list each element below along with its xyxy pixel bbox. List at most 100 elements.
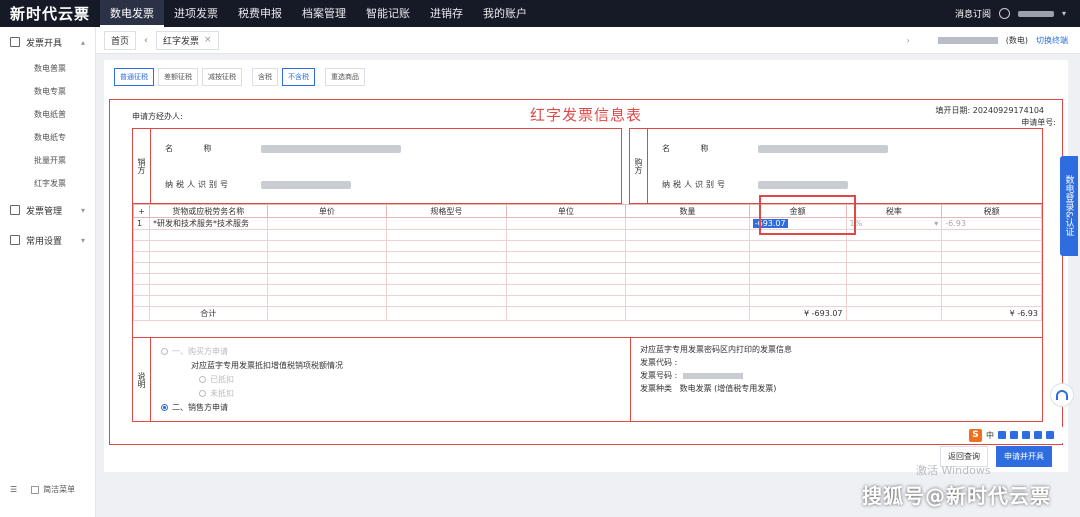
menu-collapse-icon[interactable]: ☰ xyxy=(10,485,17,494)
sidebar-item-digital-normal[interactable]: 数电普票 xyxy=(0,57,95,80)
row-index: 1 xyxy=(133,217,150,230)
table-row: 1 *研发和技术服务*技术服务 -693.07 1% ▾ -6.93 xyxy=(133,217,1042,230)
message-subscribe-link[interactable]: 消息订阅 xyxy=(955,7,991,20)
col-header-unit: 单位 xyxy=(505,204,627,218)
blue-info-title: 对应蓝字专用发票密码区内打印的发票信息 xyxy=(640,345,792,354)
add-row-icon[interactable]: + xyxy=(133,204,150,218)
nav-bookkeeping[interactable]: 智能记账 xyxy=(356,0,420,27)
buyer-taxid-redacted xyxy=(758,180,848,189)
col-header-rate: 税率 xyxy=(845,204,943,218)
table-row xyxy=(133,273,1042,285)
sidebar-item-paper-normal[interactable]: 数电纸普 xyxy=(0,103,95,126)
table-row xyxy=(133,229,1042,241)
tab-home[interactable]: 首页 xyxy=(104,30,137,50)
col-header-qty: 数量 xyxy=(625,204,750,218)
radio-buyer-apply[interactable]: 一、购买方申请 xyxy=(161,344,343,358)
rate-select[interactable]: 1% ▾ xyxy=(845,217,943,230)
nav-tax-declare[interactable]: 税费申报 xyxy=(228,0,292,27)
seller-name-redacted xyxy=(261,144,401,153)
total-tax: ¥ -6.93 xyxy=(941,306,1042,321)
chevron-up-icon: ▴ xyxy=(80,37,85,47)
nav-account[interactable]: 我的账户 xyxy=(473,0,537,27)
sohu-watermark: 搜狐号@新时代云票 xyxy=(862,484,1051,508)
invoice-code-row: 发票代码 : xyxy=(640,356,792,369)
form-title: 红字发票信息表 xyxy=(530,106,643,124)
company-type: (数电) xyxy=(1005,36,1028,45)
sidebar-group-issue[interactable]: 发票开具 ▴ xyxy=(0,27,95,57)
amount-highlight-box xyxy=(759,195,856,235)
invoice-type-row: 发票种类 数电发票 (增值税专用发票) xyxy=(640,382,792,395)
radio-seller-apply[interactable]: 二、销售方申请 xyxy=(161,400,343,414)
radio-label: 二、销售方申请 xyxy=(172,402,228,412)
sidebar-item-paper-special[interactable]: 数电纸专 xyxy=(0,126,95,149)
skin-icon[interactable] xyxy=(1034,431,1042,439)
switch-terminal-link[interactable]: 切换终端 xyxy=(1036,35,1068,46)
tab-bar: 首页 ‹ 红字发票 × › (数电) 切换终端 xyxy=(96,27,1080,54)
price-cell[interactable] xyxy=(266,217,388,230)
sidebar-footer: ☰ 简洁菜单 xyxy=(10,484,75,495)
chevron-left-icon[interactable]: ‹ xyxy=(144,35,148,46)
sogou-logo-icon[interactable]: S xyxy=(969,428,982,442)
qty-cell[interactable] xyxy=(625,217,750,230)
filter-tax-inclusive[interactable]: 含税 xyxy=(252,68,278,86)
ime-mode[interactable]: 中 xyxy=(986,430,994,441)
punctuation-icon[interactable] xyxy=(998,431,1006,439)
table-row xyxy=(133,262,1042,274)
user-icon[interactable] xyxy=(998,8,1010,19)
reselect-goods-button[interactable]: 重选商品 xyxy=(325,68,365,86)
headset-icon[interactable] xyxy=(1050,383,1074,407)
red-invoice-form: 红字发票信息表 申请方经办人: 填开日期: 20240929174104 申请单… xyxy=(109,99,1063,445)
invoice-no-label: 发票号码 : xyxy=(640,371,678,380)
main-card: 普通征税 差额征税 减按征税 含税 不含税 重选商品 红字发票信息表 申请方经办… xyxy=(104,60,1068,472)
filter-tax-exclusive[interactable]: 不含税 xyxy=(282,68,315,86)
digital-login-auth-tab[interactable]: 数电登录&认证 xyxy=(1060,156,1078,256)
simple-menu-toggle[interactable]: 简洁菜单 xyxy=(31,484,75,495)
nav-digital-invoice[interactable]: 数电发票 xyxy=(100,0,164,27)
tax-cell: -6.93 xyxy=(941,217,1042,230)
radio-deducted[interactable]: 已抵扣 xyxy=(161,372,343,386)
chevron-down-icon: ▾ xyxy=(934,219,939,228)
seller-section: 销方 名 称 纳税人识别号 xyxy=(132,128,622,204)
unit-cell[interactable] xyxy=(505,217,627,230)
apply-type-group: 一、购买方申请 对应蓝字专用发票抵扣增值税销项税额情况 已抵扣 未抵扣 二、销售… xyxy=(161,344,343,414)
tab-red-invoice[interactable]: 红字发票 × xyxy=(156,30,219,50)
sidebar-item-digital-special[interactable]: 数电专票 xyxy=(0,80,95,103)
filter-diff-tax[interactable]: 差额征税 xyxy=(158,68,198,86)
sidebar-group-settings[interactable]: 常用设置 ▾ xyxy=(0,225,95,255)
sidebar: 发票开具 ▴ 数电普票 数电专票 数电纸普 数电纸专 批量开票 红字发票 发票管… xyxy=(0,27,96,517)
buyer-section: 购方 名 称 纳税人识别号 xyxy=(629,128,1043,204)
apply-and-issue-button[interactable]: 申请并开具 xyxy=(996,446,1052,467)
sidebar-group-manage[interactable]: 发票管理 ▾ xyxy=(0,195,95,225)
col-header-name: 货物或应税劳务名称 xyxy=(148,204,268,218)
table-row xyxy=(133,295,1042,307)
radio-label: 一、购买方申请 xyxy=(172,346,228,356)
nav-input-invoice[interactable]: 进项发票 xyxy=(164,0,228,27)
radio-not-deducted[interactable]: 未抵扣 xyxy=(161,386,343,400)
invoice-code-label: 发票代码 : xyxy=(640,358,678,367)
col-header-tax: 税额 xyxy=(941,204,1042,218)
radio-icon xyxy=(161,403,168,411)
nav-inventory[interactable]: 进销存 xyxy=(420,0,473,27)
keyboard-icon[interactable] xyxy=(1022,431,1030,439)
radio-label: 未抵扣 xyxy=(210,388,234,398)
nav-archive[interactable]: 档案管理 xyxy=(292,0,356,27)
toolbox-icon[interactable] xyxy=(1046,431,1054,439)
filter-reduced-tax[interactable]: 减按征税 xyxy=(202,68,242,86)
goods-name-cell[interactable]: *研发和技术服务*技术服务 xyxy=(148,217,268,230)
microphone-icon[interactable] xyxy=(1010,431,1018,439)
col-header-price: 单价 xyxy=(266,204,388,218)
sidebar-item-batch[interactable]: 批量开票 xyxy=(0,149,95,172)
fill-date: 填开日期: 20240929174104 xyxy=(935,106,1045,115)
applicant-label: 申请方经办人: xyxy=(132,112,183,121)
chevron-down-icon[interactable]: ▾ xyxy=(1062,9,1066,18)
close-icon[interactable]: × xyxy=(204,35,212,45)
seller-label: 销方 xyxy=(133,129,151,203)
buyer-name-redacted xyxy=(758,144,888,153)
sidebar-item-red-invoice[interactable]: 红字发票 xyxy=(0,172,95,195)
deduct-question: 对应蓝字专用发票抵扣增值税销项税额情况 xyxy=(191,360,343,370)
spec-cell[interactable] xyxy=(386,217,507,230)
tab-bar-right: › (数电) 切换终端 xyxy=(907,27,1068,54)
chevron-right-icon[interactable]: › xyxy=(907,36,910,45)
filter-normal-tax[interactable]: 普通征税 xyxy=(114,68,154,86)
notes-section: 说明 一、购买方申请 对应蓝字专用发票抵扣增值税销项税额情况 已抵扣 未抵扣 二… xyxy=(132,338,1043,422)
